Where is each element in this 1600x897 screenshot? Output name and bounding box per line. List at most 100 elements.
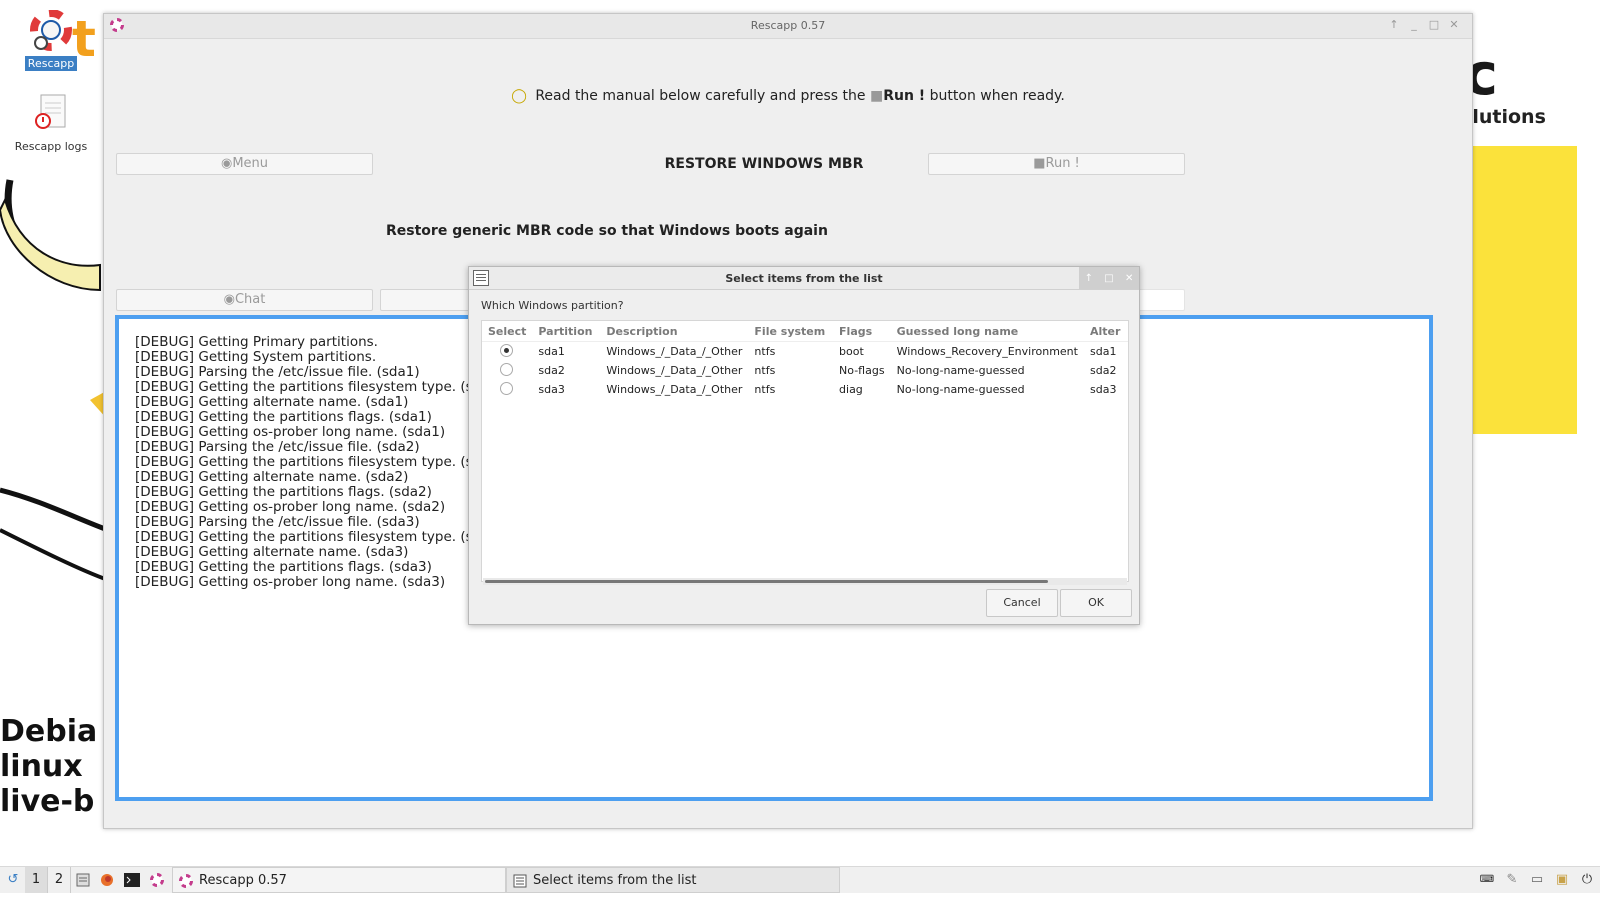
scrollbar-thumb[interactable] (485, 580, 1048, 583)
instruction-pre: Read the manual below carefully and pres… (535, 88, 866, 104)
menu-icon: ◉ (220, 156, 233, 171)
dialog-title: Select items from the list (725, 272, 883, 285)
column-header[interactable]: Alter (1083, 321, 1128, 342)
cell-long-name: Windows_Recovery_Environment (896, 345, 1078, 358)
cell-flags: No-flags (839, 364, 885, 377)
log-line: [DEBUG] Getting os-prober long name. (sd… (135, 499, 446, 515)
power-icon[interactable]: ⏻ (1578, 867, 1596, 893)
log-line: [DEBUG] Getting the partitions flags. (s… (135, 484, 432, 500)
section-description: Restore generic MBR code so that Windows… (386, 223, 828, 239)
start-menu-icon[interactable]: ↺ (4, 867, 22, 893)
column-header[interactable]: Partition (532, 321, 601, 342)
horizontal-scrollbar[interactable] (483, 578, 1127, 585)
select-items-dialog: Select items from the list ↑ □ ✕ Which W… (468, 266, 1140, 625)
desktop-icon-rescapp[interactable]: Rescapp (6, 9, 96, 71)
cell-filesystem: ntfs (754, 383, 776, 396)
taskbar: ↺ 1 2 Rescapp 0.57 Select items from the… (0, 866, 1600, 893)
desktop-icon-rescapp-logs[interactable]: Rescapp logs (6, 93, 96, 154)
workspace-1[interactable]: 1 (25, 867, 48, 893)
keyboard-layout-icon[interactable]: ⌨ (1478, 867, 1496, 893)
minimize-icon[interactable]: _ (1408, 18, 1420, 32)
log-line: [DEBUG] Getting the partitions filesyste… (135, 454, 499, 470)
log-list: [DEBUG] Getting Primary partitions. [DEBU… (129, 335, 498, 590)
main-titlebar[interactable]: Rescapp 0.57 ↑ _ □ ✕ (104, 14, 1472, 39)
log-file-icon (29, 93, 73, 137)
run-small-icon: ■ (869, 88, 884, 104)
cell-filesystem: ntfs (754, 364, 776, 377)
folder-icon[interactable]: ▣ (1553, 867, 1571, 893)
column-header[interactable]: Description (600, 321, 749, 342)
chat-button-label: Chat (234, 292, 266, 307)
task-label: Select items from the list (533, 873, 697, 888)
pen-icon[interactable]: ✎ (1503, 867, 1521, 893)
table-row[interactable]: sda2 Windows_/_Data_/_Other ntfs No-flag… (482, 361, 1128, 380)
log-line: [DEBUG] Getting System partitions. (135, 349, 377, 365)
cell-long-name: No-long-name-guessed (896, 364, 1025, 377)
section-title: RESTORE WINDOWS MBR (664, 156, 864, 172)
list-icon (513, 874, 527, 888)
rescapp-app-icon (179, 874, 193, 888)
log-line: [DEBUG] Getting os-prober long name. (sd… (135, 574, 446, 590)
task-select-items[interactable]: Select items from the list (506, 867, 840, 893)
cell-partition: sda2 (538, 364, 565, 377)
decorative-yellow-panel (1465, 146, 1577, 434)
cell-description: Windows_/_Data_/_Other (606, 345, 743, 358)
cell-long-name: No-long-name-guessed (896, 383, 1025, 396)
chat-button[interactable]: ◉Chat (116, 289, 373, 311)
table-row[interactable]: sda3 Windows_/_Data_/_Other ntfs diag No… (482, 380, 1128, 399)
column-header[interactable]: Guessed long name (890, 321, 1084, 342)
close-icon[interactable]: ✕ (1125, 273, 1133, 284)
cell-alternate: sda3 (1089, 383, 1117, 396)
task-label: Rescapp 0.57 (199, 873, 287, 888)
task-rescapp[interactable]: Rescapp 0.57 (172, 867, 506, 893)
column-header[interactable]: Select (482, 321, 533, 342)
dialog-titlebar[interactable]: Select items from the list ↑ □ ✕ (469, 267, 1139, 290)
close-icon[interactable]: ✕ (1448, 18, 1460, 32)
instruction-run-label: Run ! (883, 88, 926, 104)
wallpaper-line: linux (0, 749, 83, 784)
wallpaper-line: live-b (0, 784, 95, 819)
log-line: [DEBUG] Getting the partitions filesyste… (135, 379, 499, 395)
instruction-post: button when ready. (929, 88, 1065, 104)
rescapp-launcher-icon[interactable] (150, 867, 166, 893)
pin-icon[interactable]: ↑ (1085, 273, 1093, 284)
table-row[interactable]: sda1 Windows_/_Data_/_Other ntfs boot Wi… (482, 342, 1128, 362)
menu-button-label: Menu (232, 156, 269, 171)
window-title: Rescapp 0.57 (750, 19, 826, 32)
maximize-icon[interactable]: □ (1428, 18, 1440, 32)
run-button[interactable]: ■Run ! (928, 153, 1185, 175)
run-button-label: Run ! (1045, 156, 1080, 171)
drive-icon[interactable]: ▭ (1528, 867, 1546, 893)
column-header[interactable]: File system (748, 321, 834, 342)
cell-flags: diag (839, 383, 863, 396)
chat-icon: ◉ (223, 292, 235, 307)
cancel-button[interactable]: Cancel (986, 589, 1058, 617)
column-header[interactable]: Flags (833, 321, 891, 342)
terminal-icon[interactable] (124, 867, 142, 893)
debian-live-wallpaper-text: Debia linux live-b (0, 714, 97, 819)
mascot-artwork (0, 179, 109, 582)
partition-list: Select Partition Description File system… (481, 320, 1129, 582)
log-line: [DEBUG] Getting Primary partitions. (135, 334, 378, 350)
partition-radio[interactable] (500, 381, 513, 395)
partition-radio[interactable] (500, 343, 513, 357)
maximize-icon[interactable]: □ (1104, 273, 1113, 284)
log-line: [DEBUG] Parsing the /etc/issue file. (sd… (135, 364, 420, 380)
firefox-icon[interactable] (100, 867, 116, 893)
workspace-2[interactable]: 2 (48, 867, 71, 893)
partition-radio[interactable] (500, 362, 513, 376)
log-line: [DEBUG] Getting os-prober long name. (sd… (135, 424, 446, 440)
cell-partition: sda3 (538, 383, 565, 396)
run-icon: ■ (1033, 156, 1046, 171)
cell-filesystem: ntfs (754, 345, 776, 358)
file-manager-icon[interactable] (76, 867, 92, 893)
pin-icon[interactable]: ↑ (1388, 18, 1400, 32)
ok-button[interactable]: OK (1060, 589, 1132, 617)
cell-description: Windows_/_Data_/_Other (606, 383, 743, 396)
menu-button[interactable]: ◉Menu (116, 153, 373, 175)
dialog-question: Which Windows partition? (481, 299, 624, 312)
log-line: [DEBUG] Getting the partitions flags. (s… (135, 409, 432, 425)
log-line: [DEBUG] Getting alternate name. (sda2) (135, 469, 409, 485)
log-line: [DEBUG] Getting alternate name. (sda3) (135, 544, 409, 560)
cell-partition: sda1 (538, 345, 565, 358)
